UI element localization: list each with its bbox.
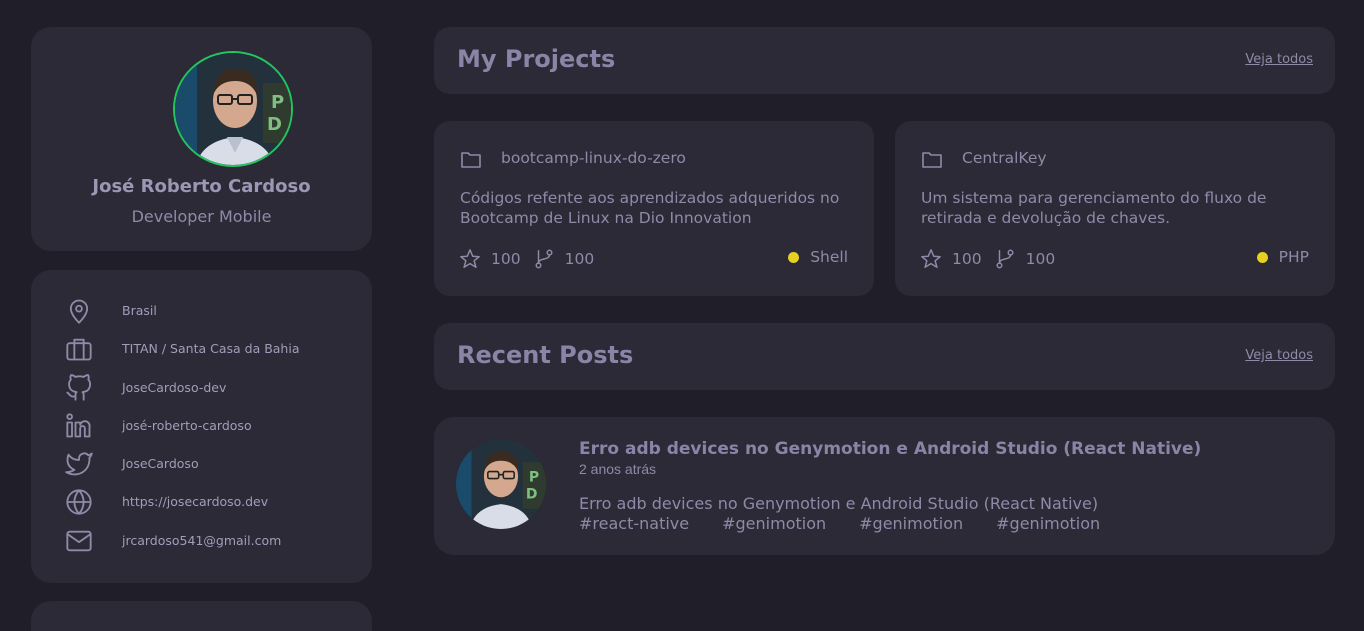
contact-linkedin-text[interactable]: josé-roberto-cardoso — [122, 418, 252, 433]
git-branch-icon — [535, 249, 553, 269]
contact-twitter[interactable]: JoseCardoso — [65, 449, 199, 479]
project-language: Shell — [788, 248, 848, 266]
project-card[interactable]: CentralKey Um sistema para gerenciamento… — [895, 121, 1335, 296]
folder-icon — [922, 152, 942, 168]
projects-title: My Projects — [457, 45, 616, 73]
post-card[interactable]: P D Erro adb devices no Genymotion e And… — [434, 417, 1335, 555]
contact-twitter-text[interactable]: JoseCardoso — [122, 456, 199, 471]
project-name[interactable]: bootcamp-linux-do-zero — [501, 149, 686, 167]
projects-header: My Projects Veja todos — [434, 27, 1335, 94]
globe-icon — [66, 489, 92, 515]
profile-card: P D José Roberto Cardoso Developer Mobil… — [31, 27, 372, 251]
post-tag[interactable]: #genimotion — [996, 514, 1100, 533]
project-stats: 100 100 — [459, 247, 606, 271]
post-avatar: P D — [456, 439, 546, 529]
avatar: P D — [173, 51, 293, 167]
contact-github-text[interactable]: JoseCardoso-dev — [122, 380, 226, 395]
svg-text:P: P — [529, 470, 539, 486]
project-description: Códigos refente aos aprendizados adqueri… — [460, 189, 840, 227]
contact-location-text: Brasil — [122, 303, 157, 318]
post-tag[interactable]: #react-native — [579, 514, 689, 533]
posts-see-all-link[interactable]: Veja todos — [1245, 348, 1313, 363]
mail-icon — [66, 530, 92, 552]
twitter-icon — [65, 452, 93, 476]
language-dot — [788, 251, 800, 263]
linkedin-icon — [66, 413, 91, 438]
location-pin-icon — [69, 299, 89, 324]
post-description: Erro adb devices no Genymotion e Android… — [579, 494, 1099, 513]
star-icon — [460, 249, 480, 268]
github-icon — [66, 374, 92, 401]
project-card[interactable]: bootcamp-linux-do-zero Códigos refente a… — [434, 121, 874, 296]
post-title[interactable]: Erro adb devices no Genymotion e Android… — [579, 439, 1201, 459]
posts-header: Recent Posts Veja todos — [434, 323, 1335, 390]
project-stars: 100 — [952, 250, 982, 268]
post-time: 2 anos atrás — [579, 461, 657, 477]
contact-email-text[interactable]: jrcardoso541@gmail.com — [122, 533, 281, 548]
project-language: PHP — [1256, 248, 1309, 266]
svg-text:P: P — [271, 92, 284, 113]
svg-text:D: D — [526, 487, 538, 503]
contact-company-text: TITAN / Santa Casa da Bahia — [122, 341, 300, 356]
contact-company: TITAN / Santa Casa da Bahia — [65, 334, 300, 364]
contact-website[interactable]: https://josecardoso.dev — [65, 487, 268, 517]
post-tag[interactable]: #genimotion — [722, 514, 826, 533]
project-stars: 100 — [491, 250, 521, 268]
briefcase-icon — [66, 338, 92, 361]
post-tag[interactable]: #genimotion — [859, 514, 963, 533]
project-stats: 100 100 — [920, 247, 1067, 271]
contact-location: Brasil — [65, 296, 157, 326]
contact-card: Brasil TITAN / Santa Casa da Bahia JoseC… — [31, 270, 372, 583]
contact-email[interactable]: jrcardoso541@gmail.com — [65, 526, 281, 556]
svg-text:D: D — [267, 114, 282, 135]
folder-icon — [461, 152, 481, 168]
post-tags: #react-native #genimotion #genimotion #g… — [579, 514, 1133, 533]
project-name[interactable]: CentralKey — [962, 149, 1047, 167]
posts-title: Recent Posts — [457, 341, 634, 369]
star-icon — [921, 249, 941, 268]
project-forks: 100 — [564, 250, 595, 268]
profile-name: José Roberto Cardoso — [92, 176, 311, 197]
language-dot — [1256, 251, 1268, 263]
project-language-label: Shell — [810, 248, 848, 266]
sidebar-extra-card — [31, 601, 372, 631]
project-forks: 100 — [1025, 250, 1056, 268]
contact-linkedin[interactable]: josé-roberto-cardoso — [65, 411, 252, 441]
contact-website-text[interactable]: https://josecardoso.dev — [122, 494, 268, 509]
projects-see-all-link[interactable]: Veja todos — [1245, 52, 1313, 67]
profile-role: Developer Mobile — [131, 207, 272, 226]
contact-github[interactable]: JoseCardoso-dev — [65, 373, 226, 403]
project-description: Um sistema para gerenciamento do fluxo d… — [921, 189, 1267, 227]
project-language-label: PHP — [1278, 248, 1309, 266]
git-branch-icon — [996, 249, 1014, 269]
